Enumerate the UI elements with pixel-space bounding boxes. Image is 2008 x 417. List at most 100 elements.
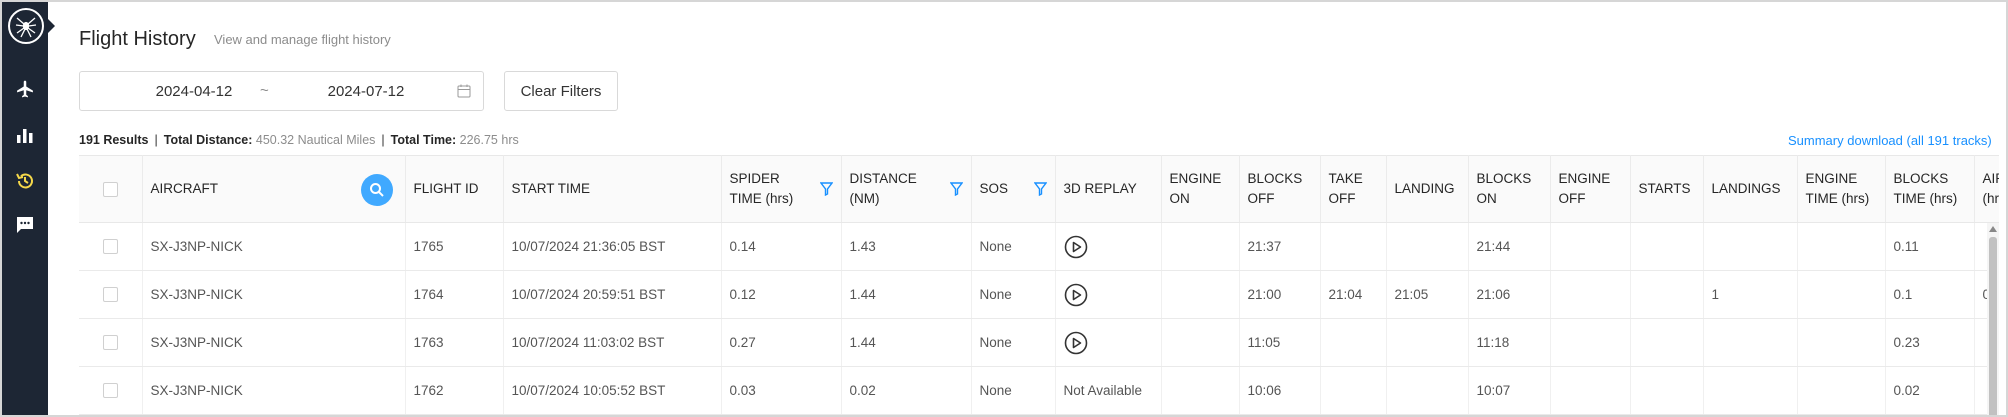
- col-engine-time-label-2: TIME (hrs): [1805, 191, 1870, 206]
- col-3d-replay-label: 3D REPLAY: [1063, 181, 1137, 196]
- scroll-thumb[interactable]: [1989, 237, 1997, 415]
- col-blocks-off-label-1: BLOCKS: [1247, 171, 1303, 186]
- cell-blocks-time: 0.23: [1885, 318, 1975, 367]
- col-landing: LANDING: [1386, 155, 1469, 223]
- cell-engine-off: [1550, 270, 1631, 319]
- cell-engine-time: [1797, 318, 1886, 367]
- cell-blocks-time: 0.1: [1885, 270, 1975, 319]
- table-row[interactable]: SX-J3NP-NICK 1764 10/07/2024 20:59:51 BST 0…: [79, 270, 1999, 319]
- col-landings-label: LANDINGS: [1711, 181, 1781, 196]
- cell-sos: None: [971, 366, 1056, 415]
- date-range-picker[interactable]: 2024-04-12 ~ 2024-07-12: [79, 71, 484, 111]
- nav-messages[interactable]: [2, 205, 48, 245]
- distance-filter-icon[interactable]: [949, 182, 963, 196]
- col-start-time-label: START TIME: [511, 181, 591, 196]
- col-take-off-label-1: TAKE: [1328, 171, 1363, 186]
- total-time-value: 226.75 hrs: [459, 133, 519, 147]
- cell-aircraft: SX-J3NP-NICK: [142, 270, 406, 319]
- page-subtitle: View and manage flight history: [214, 32, 391, 47]
- cell-landing: 21:05: [1386, 270, 1469, 319]
- play-replay-icon[interactable]: [1064, 283, 1088, 307]
- cell-distance: 0.02: [841, 366, 972, 415]
- select-all-checkbox[interactable]: [102, 181, 118, 197]
- results-count: 191 Results: [79, 133, 149, 147]
- col-engine-off-label-2: OFF: [1558, 191, 1586, 206]
- aircraft-search-button[interactable]: [360, 174, 393, 206]
- history-icon: [16, 173, 33, 189]
- start-date-input[interactable]: 2024-04-12: [134, 83, 254, 100]
- cell-flight-id: 1764: [405, 270, 504, 319]
- table-row[interactable]: SX-J3NP-NICK 1762 10/07/2024 10:05:52 BST 0…: [79, 366, 1999, 415]
- cell-landing: [1386, 318, 1469, 367]
- cell-starts: [1630, 318, 1704, 367]
- nav-history[interactable]: [2, 161, 48, 201]
- page-title: Flight History: [79, 28, 196, 50]
- sidebar-notch: [48, 19, 55, 33]
- row-select-cell: [79, 270, 143, 319]
- cell-blocks-off: 21:00: [1239, 270, 1321, 319]
- sos-filter-icon[interactable]: [1033, 182, 1047, 196]
- cell-aircraft: SX-J3NP-NICK: [142, 318, 406, 367]
- table-row[interactable]: SX-J3NP-NICK 1763 10/07/2024 11:03:02 BST 0…: [79, 318, 1999, 367]
- nav-flights[interactable]: [2, 69, 48, 109]
- flight-table-container: AIRCRAFT FLIGHT ID START TIME SPIDER TIME…: [79, 155, 2000, 415]
- col-start-time: START TIME: [503, 155, 722, 223]
- col-air-time-label-1: AIR TIME: [1982, 171, 2000, 186]
- end-date-input[interactable]: 2024-07-12: [306, 83, 426, 100]
- table-scrollbar[interactable]: [1987, 223, 1999, 415]
- col-blocks-time: BLOCKS TIME (hrs): [1885, 155, 1975, 223]
- cell-flight-id: 1762: [405, 366, 504, 415]
- cell-engine-time: [1797, 366, 1886, 415]
- cell-blocks-time: 0.11: [1885, 222, 1975, 271]
- cell-flight-id: 1765: [405, 222, 504, 271]
- total-distance-value: 450.32 Nautical Miles: [255, 133, 376, 147]
- cell-blocks-off: 11:05: [1239, 318, 1321, 367]
- table-row[interactable]: SX-J3NP-NICK 1765 10/07/2024 21:36:05 BST 0…: [79, 222, 1999, 271]
- cell-aircraft: SX-J3NP-NICK: [142, 366, 406, 415]
- cell-sos: None: [971, 222, 1056, 271]
- cell-aircraft: SX-J3NP-NICK: [142, 222, 406, 271]
- col-air-time: AIR TIME (hrs): [1974, 155, 2000, 223]
- cell-take-off: 21:04: [1320, 270, 1387, 319]
- cell-flight-id: 1763: [405, 318, 504, 367]
- nav-analytics[interactable]: [2, 115, 48, 155]
- cell-landing: [1386, 366, 1469, 415]
- col-aircraft-label: AIRCRAFT: [150, 181, 219, 196]
- bar-chart-icon: [17, 129, 33, 143]
- scroll-up-arrow-icon[interactable]: [1989, 226, 1997, 232]
- clear-filters-button[interactable]: Clear Filters: [504, 71, 618, 111]
- play-replay-icon[interactable]: [1064, 235, 1088, 259]
- row-checkbox[interactable]: [102, 335, 118, 351]
- cell-engine-time: [1797, 222, 1886, 271]
- col-engine-off-label-1: ENGINE: [1558, 171, 1611, 186]
- col-distance: DISTANCE (NM): [841, 155, 972, 223]
- col-engine-on-label-2: ON: [1169, 191, 1190, 206]
- col-engine-on: ENGINE ON: [1161, 155, 1240, 223]
- cell-engine-time: [1797, 270, 1886, 319]
- cell-engine-on: [1161, 366, 1240, 415]
- cell-start-time: 10/07/2024 21:36:05 BST: [503, 222, 722, 271]
- cell-start-time: 10/07/2024 10:05:52 BST: [503, 366, 722, 415]
- row-checkbox[interactable]: [102, 239, 118, 255]
- cell-engine-off: [1550, 318, 1631, 367]
- cell-spider-time: 0.14: [721, 222, 842, 271]
- col-flight-id-label: FLIGHT ID: [413, 181, 479, 196]
- row-checkbox[interactable]: [102, 287, 118, 303]
- col-blocks-time-label-2: TIME (hrs): [1893, 191, 1958, 206]
- cell-blocks-on: 11:18: [1468, 318, 1551, 367]
- col-sos-label: SOS: [979, 181, 1009, 196]
- spider-logo-icon[interactable]: [8, 8, 44, 44]
- spider-time-filter-icon[interactable]: [819, 182, 833, 196]
- cell-spider-time: 0.12: [721, 270, 842, 319]
- row-checkbox[interactable]: [102, 383, 118, 399]
- col-spider-time-label-2: TIME (hrs): [729, 191, 794, 206]
- table-header-row: AIRCRAFT FLIGHT ID START TIME SPIDER TIME…: [79, 155, 2000, 223]
- cell-replay: [1055, 318, 1162, 367]
- play-replay-icon[interactable]: [1064, 331, 1088, 355]
- col-blocks-time-label-1: BLOCKS: [1893, 171, 1949, 186]
- cell-spider-time: 0.03: [721, 366, 842, 415]
- summary-download-link[interactable]: Summary download (all 191 tracks): [1788, 133, 1992, 148]
- col-landing-label: LANDING: [1394, 181, 1455, 196]
- cell-distance: 1.44: [841, 270, 972, 319]
- cell-sos: None: [971, 318, 1056, 367]
